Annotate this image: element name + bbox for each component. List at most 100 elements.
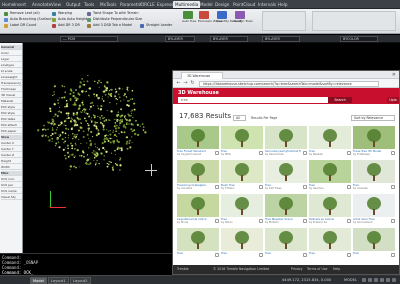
polar-icon[interactable]	[380, 278, 384, 282]
model-space-toggle[interactable]: MODEL	[344, 277, 357, 284]
tab-layout1[interactable]: Layout1	[48, 277, 69, 284]
model-thumbnail[interactable]	[265, 160, 307, 183]
model-thumbnail[interactable]	[309, 160, 351, 183]
ribbon-small-button[interactable]: Twist Shape To with Terrain	[87, 11, 139, 16]
property-row[interactable]: Material	[1, 99, 22, 104]
color-dropdown[interactable]: BYLAYER	[165, 36, 195, 42]
exclusion-zones-button[interactable]: Exclusion Zones	[198, 11, 222, 25]
download-icon[interactable]	[347, 219, 351, 223]
model-card[interactable]: Tree	[353, 228, 395, 259]
search-input[interactable]: tree	[178, 97, 328, 103]
property-row[interactable]: Plot style	[1, 105, 22, 110]
model-card[interactable]: Tree	[265, 228, 307, 259]
model-card[interactable]: Tree	[221, 228, 263, 259]
tab-model-space[interactable]: Model	[30, 277, 47, 284]
tab-view[interactable]: View	[51, 1, 61, 8]
model-card[interactable]: Lagerstroemia indica by Mona	[177, 194, 219, 225]
download-icon[interactable]	[303, 151, 307, 155]
sort-dropdown[interactable]: Sort by Relevance	[351, 115, 395, 121]
model-author[interactable]: by Annalise	[177, 187, 213, 190]
download-icon[interactable]	[303, 219, 307, 223]
tab-layout2[interactable]: Layout2	[70, 277, 91, 284]
filter-dropdown[interactable]: All	[233, 115, 246, 121]
model-title[interactable]: Tree	[309, 252, 345, 255]
model-card[interactable]: Tree by Beezab	[309, 126, 351, 157]
download-icon[interactable]	[391, 185, 395, 189]
model-author[interactable]: by 100 Trees	[265, 187, 301, 190]
model-author[interactable]: by Mona	[177, 221, 213, 224]
model-author[interactable]: by MxSam	[265, 221, 301, 224]
tab-model[interactable]: Model	[200, 1, 213, 8]
linetype-dropdown[interactable]: BYLAYER	[210, 36, 248, 42]
model-title[interactable]: Tree	[353, 252, 389, 255]
ribbon-small-button[interactable]: Auto Branching (Surface)	[4, 17, 53, 22]
model-thumbnail[interactable]	[221, 194, 263, 217]
ribbon-small-button[interactable]: Distribute Perpendicular Size	[87, 17, 142, 22]
model-card[interactable]: Tree by nolevels	[353, 160, 395, 191]
property-row[interactable]: Plot paper	[1, 129, 22, 134]
lineweight-dropdown[interactable]: BYLAYER	[262, 36, 300, 42]
model-thumbnail[interactable]	[221, 228, 263, 251]
model-card[interactable]: Flowering Crabapple by Annalise	[177, 160, 219, 191]
plotstyle-dropdown[interactable]: BYCOLOR	[340, 36, 378, 42]
design-tools-button[interactable]: Design Tools	[234, 11, 253, 25]
property-row[interactable]: UCS name	[1, 189, 22, 194]
tab-design[interactable]: Design	[215, 1, 229, 8]
download-icon[interactable]	[391, 151, 395, 155]
ribbon-small-button[interactable]: Remove Leaf (all)	[4, 11, 40, 16]
model-thumbnail[interactable]	[309, 126, 351, 149]
results-per-page-label[interactable]: Results Per Page	[251, 116, 277, 120]
property-row[interactable]: Thickness	[1, 87, 22, 92]
osnap-icon[interactable]	[386, 278, 390, 282]
download-icon[interactable]	[347, 253, 351, 257]
drawing-viewport[interactable]	[23, 43, 177, 253]
tab-pointcloud[interactable]: PointCloud	[233, 1, 255, 8]
property-row[interactable]: View	[1, 135, 22, 140]
tab-express[interactable]: Express	[157, 1, 173, 8]
model-card[interactable]: Bush Tree by T-Robin	[221, 160, 263, 191]
browser-tab[interactable]: 3D Warehouse	[181, 72, 223, 79]
model-card[interactable]: Secondaryesmyhatchet Tree by Kasrmanda	[265, 126, 307, 157]
property-row[interactable]: UCS icon	[1, 177, 22, 182]
download-icon[interactable]	[215, 219, 219, 223]
help-link[interactable]: Help	[333, 265, 340, 274]
property-row[interactable]: Height	[1, 159, 22, 164]
model-author[interactable]: by Erasmo Sa	[309, 221, 345, 224]
property-row[interactable]: Lineweight	[1, 75, 22, 80]
model-thumbnail[interactable]	[177, 126, 219, 149]
model-card[interactable]: Tree	[177, 228, 219, 259]
model-thumbnail[interactable]	[221, 126, 263, 149]
model-author[interactable]: by Seaman	[309, 187, 345, 190]
model-thumbnail[interactable]	[265, 126, 307, 149]
model-author[interactable]: by Tidebasen	[353, 153, 389, 156]
tab-annotate[interactable]: Annotate	[32, 1, 51, 8]
model-card[interactable]: Tallness sp bizorsi by Erasmo Sa	[309, 194, 351, 225]
url-field[interactable]: https://3dwarehouse.sketchup.com/search/…	[199, 80, 379, 87]
model-thumbnail[interactable]	[353, 160, 395, 183]
search-button[interactable]: Search	[328, 97, 352, 103]
model-author[interactable]: by MPG	[221, 153, 257, 156]
download-icon[interactable]	[391, 253, 395, 257]
property-row[interactable]: Plot style	[1, 111, 22, 116]
back-icon[interactable]: ←	[175, 80, 182, 87]
model-card[interactable]: Tree by MPG	[221, 126, 263, 157]
property-row[interactable]: Center Z	[1, 153, 22, 158]
model-card[interactable]: Tree Meadow Scene by MxSam	[265, 194, 307, 225]
model-thumbnail[interactable]	[265, 228, 307, 251]
download-icon[interactable]	[259, 151, 263, 155]
grid-icon[interactable]	[362, 278, 366, 282]
model-thumbnail[interactable]	[353, 194, 395, 217]
model-author[interactable]: by Beezab	[309, 153, 345, 156]
download-icon[interactable]	[303, 253, 307, 257]
upload-button[interactable]: Uplo	[387, 97, 399, 103]
property-row[interactable]: Misc	[1, 171, 22, 176]
download-icon[interactable]	[259, 253, 263, 257]
property-row[interactable]: Plot attach	[1, 123, 22, 128]
model-author[interactable]: by nolevels	[353, 187, 389, 190]
auto-tree-button[interactable]: Auto Tree	[182, 11, 196, 25]
model-card[interactable]: Arbol Seco Tree by Sourcehand	[353, 194, 395, 225]
download-icon[interactable]	[215, 151, 219, 155]
model-thumbnail[interactable]	[177, 160, 219, 183]
model-thumbnail[interactable]	[353, 126, 395, 149]
ribbon-small-button[interactable]: Label DR Count	[4, 23, 36, 28]
